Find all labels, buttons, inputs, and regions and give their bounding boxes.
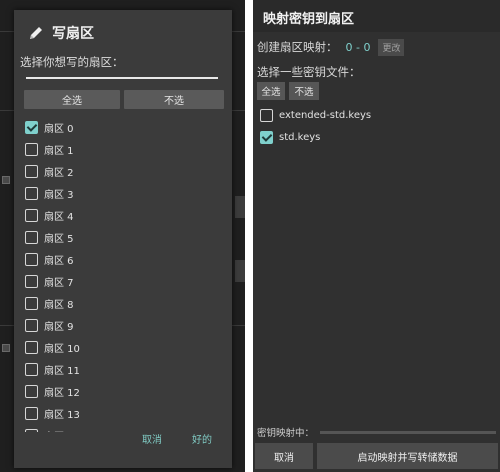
left-screen: 写扇区 选择你想写的扇区： 全选 不选 扇区 0 扇区 1 扇区 2 扇区 3 扇区 4… (0, 0, 245, 472)
sector-item[interactable]: 扇区 10 (24, 336, 224, 358)
key-file-item[interactable]: extended-std.keys (259, 107, 371, 123)
sector-checkbox[interactable] (25, 186, 38, 200)
sector-item[interactable]: 扇区 11 (24, 358, 224, 380)
sector-checkbox[interactable] (25, 120, 38, 134)
sector-label: 扇区 5 (44, 233, 74, 245)
background-button (235, 260, 245, 282)
select-none-keys-button[interactable]: 不选 (289, 82, 319, 100)
sector-item[interactable]: 扇区 5 (24, 226, 224, 248)
background-checkbox (2, 344, 10, 352)
sector-label: 扇区 12 (44, 387, 80, 399)
selection-buttons: 不选 (124, 90, 224, 109)
key-file-label: std.keys (279, 131, 321, 143)
sector-item[interactable]: 扇区 7 (24, 270, 224, 292)
sector-item[interactable]: 扇区 13 (24, 402, 224, 424)
select-all-keys-button[interactable]: 全选 (257, 82, 285, 100)
key-file-label: extended-std.keys (279, 109, 372, 121)
sector-checkbox[interactable] (25, 406, 38, 420)
app-header: 映射密钥到扇区 (253, 0, 500, 32)
sector-mapping-row: 创建扇区映射： 0 - 0 更改 (257, 38, 405, 56)
background-button (235, 196, 245, 218)
sector-item[interactable]: 扇区 12 (24, 380, 224, 402)
mapping-status-label: 密钥映射中： (257, 428, 315, 439)
sector-item[interactable]: 扇区 2 (24, 160, 224, 182)
sector-label: 扇区 3 (44, 189, 74, 201)
sector-label: 扇区 6 (44, 255, 74, 267)
key-checkbox[interactable] (260, 108, 273, 122)
write-sectors-dialog: 写扇区 选择你想写的扇区： 全选 不选 扇区 0 扇区 1 扇区 2 扇区 3 扇区 4… (14, 10, 232, 468)
sector-list: 扇区 0 扇区 1 扇区 2 扇区 3 扇区 4 扇区 5 扇区 6 扇区 7 扇区 8 扇区 9… (24, 116, 224, 432)
sector-label: 扇区 14 (44, 428, 80, 433)
sector-checkbox[interactable] (25, 428, 38, 432)
sector-item[interactable]: 扇区 1 (24, 138, 224, 160)
change-range-button[interactable]: 更改 (378, 38, 405, 56)
sector-item[interactable]: 扇区 0 (24, 116, 224, 138)
mapping-progress-bar (320, 430, 497, 434)
sector-item[interactable]: 扇区 8 (24, 292, 224, 314)
pencil-icon (28, 25, 44, 41)
sector-label: 扇区 0 (44, 123, 74, 135)
sector-label: 扇区 10 (44, 343, 80, 355)
cancel-button[interactable]: 取消 (142, 431, 162, 446)
sector-input-underline[interactable] (26, 77, 218, 79)
sector-label: 扇区 1 (44, 145, 74, 157)
sector-label: 扇区 2 (44, 167, 74, 179)
cancel-mapping-button[interactable]: 取消 (255, 443, 313, 469)
sector-checkbox[interactable] (25, 340, 38, 354)
sector-checkbox[interactable] (25, 318, 38, 332)
dialog-title-text: 写扇区 (52, 26, 94, 42)
create-mapping-label: 创建扇区映射： (257, 40, 338, 54)
sector-checkbox[interactable] (25, 208, 38, 222)
key-checkbox[interactable] (260, 130, 273, 144)
sector-label: 扇区 7 (44, 277, 74, 289)
sector-checkbox[interactable] (25, 252, 38, 266)
mapping-status: 密钥映射中： (257, 425, 497, 439)
sector-item[interactable]: 扇区 3 (24, 182, 224, 204)
page-title: 映射密钥到扇区 (263, 12, 355, 27)
start-mapping-button[interactable]: 启动映射并写转储数据 (317, 443, 498, 469)
sector-item[interactable]: 扇区 9 (24, 314, 224, 336)
dialog-title: 写扇区 (28, 22, 94, 44)
right-screen: 映射密钥到扇区 创建扇区映射： 0 - 0 更改 选择一些密钥文件： 全选 不选… (253, 0, 500, 472)
sector-checkbox[interactable] (25, 274, 38, 288)
selection-buttons: 全选 (24, 90, 120, 109)
background-checkbox (2, 176, 10, 184)
sector-range-value: 0 - 0 (345, 40, 371, 54)
select-none-button[interactable]: 不选 (124, 90, 224, 109)
sector-checkbox[interactable] (25, 164, 38, 178)
key-selection-buttons: 全选 不选 (257, 82, 323, 100)
sector-label: 扇区 8 (44, 299, 74, 311)
sector-label: 扇区 4 (44, 211, 74, 223)
sector-label: 扇区 13 (44, 409, 80, 421)
key-file-item[interactable]: std.keys (259, 129, 320, 145)
ok-button[interactable]: 好的 (192, 431, 212, 446)
dialog-actions: 取消 好的 (112, 431, 212, 446)
sector-checkbox[interactable] (25, 142, 38, 156)
sector-item[interactable]: 扇区 4 (24, 204, 224, 226)
sector-checkbox[interactable] (25, 384, 38, 398)
sector-checkbox[interactable] (25, 230, 38, 244)
select-all-button[interactable]: 全选 (24, 90, 120, 109)
sector-checkbox[interactable] (25, 296, 38, 310)
dialog-subtitle: 选择你想写的扇区： (20, 55, 124, 69)
bottom-actions: 取消 启动映射并写转储数据 (253, 443, 500, 472)
sector-label: 扇区 9 (44, 321, 74, 333)
choose-keys-label: 选择一些密钥文件： (257, 65, 361, 79)
sector-item[interactable]: 扇区 6 (24, 248, 224, 270)
sector-label: 扇区 11 (44, 365, 80, 377)
sector-checkbox[interactable] (25, 362, 38, 376)
